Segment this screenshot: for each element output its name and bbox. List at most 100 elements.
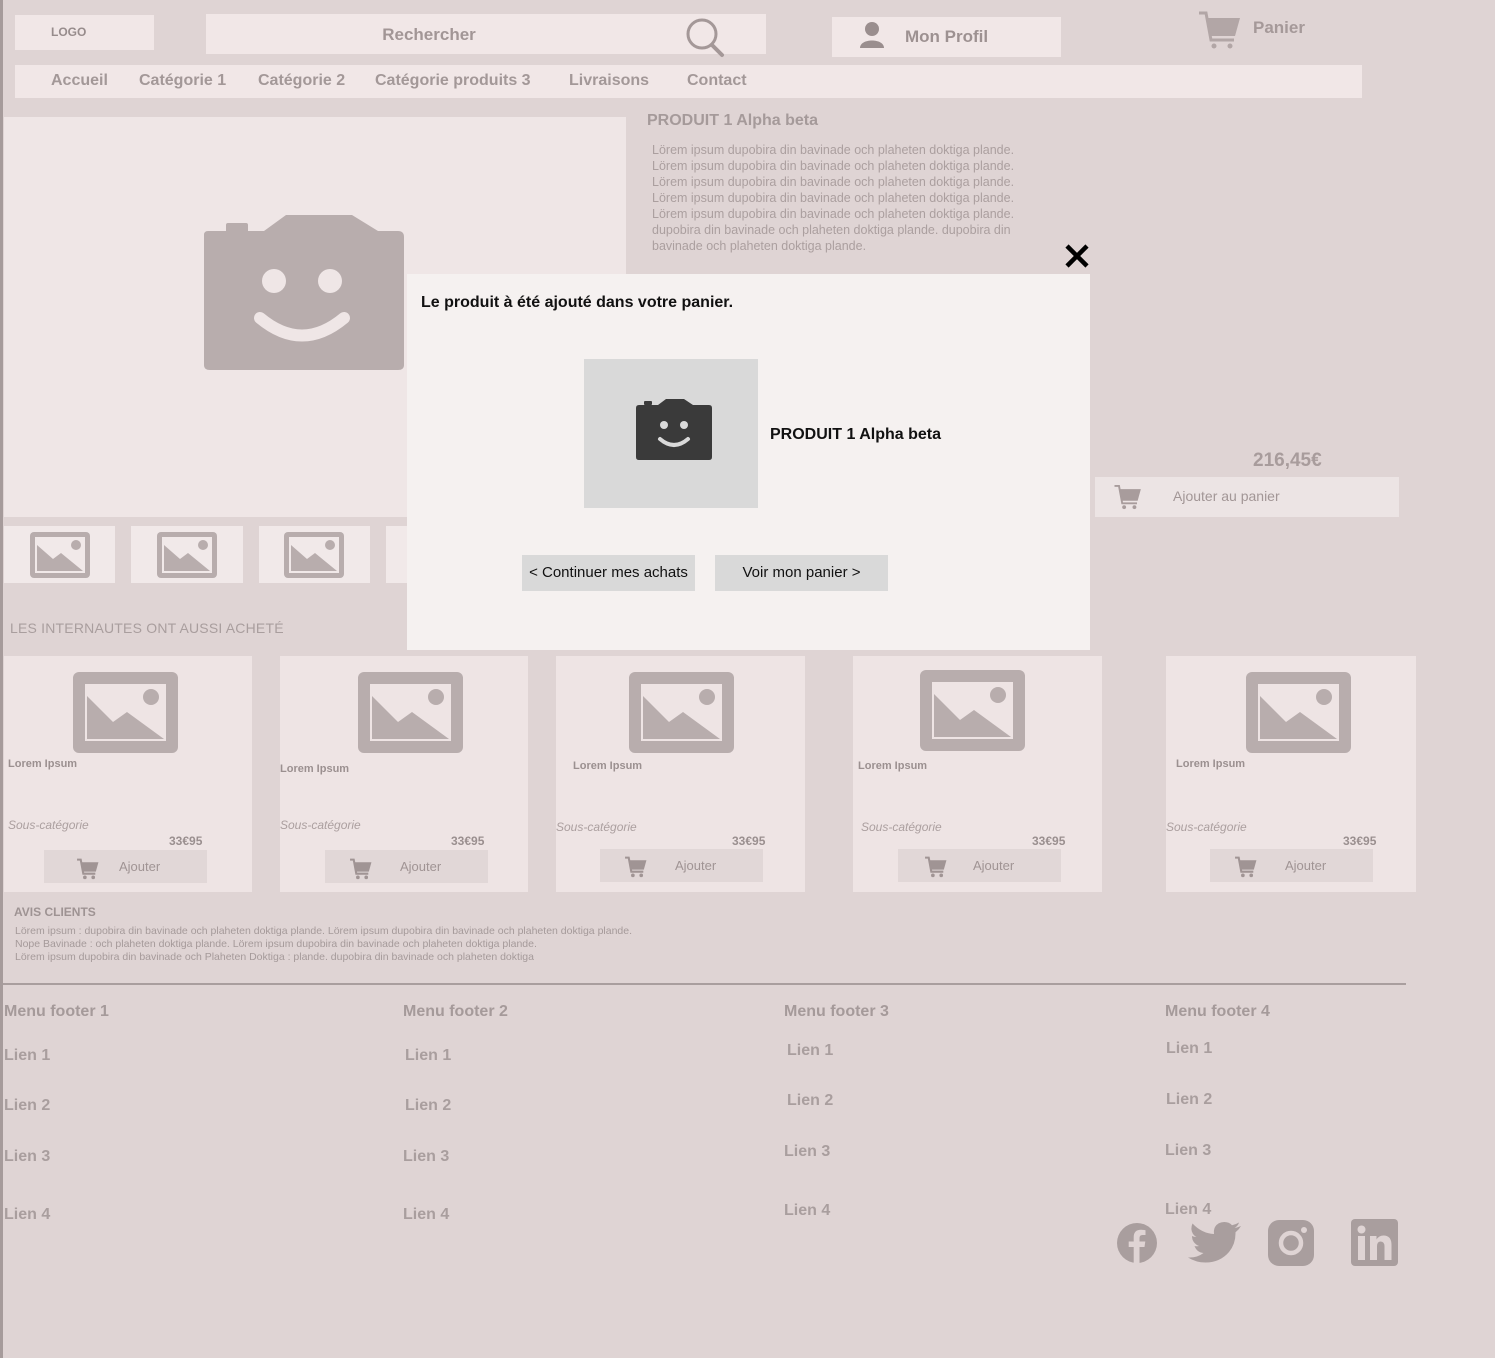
footer-link[interactable]: Lien 3 bbox=[4, 1148, 50, 1166]
card-subcategory: Sous-catégorie bbox=[8, 818, 89, 832]
cart-icon bbox=[77, 858, 99, 880]
added-to-cart-modal: Le produit à été ajouté dans votre panie… bbox=[407, 274, 1090, 650]
reviews-text: Lörem ipsum : dupobira din bavinade och … bbox=[15, 925, 632, 964]
cart-icon[interactable] bbox=[1197, 10, 1243, 52]
footer-link[interactable]: Lien 2 bbox=[787, 1092, 833, 1110]
close-icon[interactable] bbox=[1062, 241, 1092, 271]
image-icon bbox=[1246, 672, 1351, 753]
image-icon bbox=[920, 670, 1025, 751]
card-add-label: Ajouter bbox=[1285, 858, 1327, 873]
card-name: Lorem Ipsum bbox=[8, 758, 78, 770]
card-add-button[interactable]: Ajouter bbox=[325, 850, 488, 883]
image-icon bbox=[73, 672, 178, 753]
card-add-label: Ajouter bbox=[675, 858, 717, 873]
card-subcategory: Sous-catégorie bbox=[280, 818, 361, 832]
thumbnail-2[interactable] bbox=[131, 526, 243, 583]
footer-link[interactable]: Lien 4 bbox=[4, 1206, 50, 1224]
description-line: bavinade och plaheten doktiga plande. bbox=[652, 239, 867, 253]
card-price: 33€95 bbox=[732, 834, 766, 848]
product-description: Lörem ipsum dupobira din bavinade och pl… bbox=[652, 142, 1072, 254]
nav-item-contact[interactable]: Contact bbox=[687, 65, 747, 96]
footer-title-4: Menu footer 4 bbox=[1165, 1003, 1270, 1020]
add-to-cart-button[interactable]: Ajouter au panier bbox=[1095, 477, 1399, 517]
footer-link[interactable]: Lien 4 bbox=[784, 1202, 830, 1220]
logo[interactable]: LOGO bbox=[15, 15, 154, 50]
card-add-button[interactable]: Ajouter bbox=[1210, 849, 1373, 882]
footer-title-1: Menu footer 1 bbox=[4, 1003, 109, 1020]
reviews-title: AVIS CLIENTS bbox=[14, 905, 96, 919]
nav-item-categorie-2[interactable]: Catégorie 2 bbox=[258, 65, 345, 96]
also-bought-title: LES INTERNAUTES ONT AUSSI ACHETÉ bbox=[10, 620, 284, 636]
card-price: 33€95 bbox=[1343, 834, 1377, 848]
card-add-button[interactable]: Ajouter bbox=[898, 849, 1061, 882]
footer-link[interactable]: Lien 3 bbox=[1165, 1142, 1211, 1160]
thumbnail-3[interactable] bbox=[259, 526, 370, 583]
footer-link[interactable]: Lien 3 bbox=[784, 1143, 830, 1161]
product-card[interactable]: Lorem Ipsum Sous-catégorie 33€95 Ajouter bbox=[280, 656, 528, 892]
image-icon bbox=[284, 532, 344, 578]
camera-smile-icon bbox=[636, 399, 712, 460]
product-card[interactable]: Lorem Ipsum Sous-catégorie 33€95 Ajouter bbox=[4, 656, 252, 892]
cart-icon bbox=[625, 856, 647, 878]
footer-link[interactable]: Lien 3 bbox=[403, 1148, 449, 1166]
continue-shopping-button[interactable]: < Continuer mes achats bbox=[522, 555, 695, 591]
card-name: Lorem Ipsum bbox=[1176, 758, 1246, 770]
card-add-button[interactable]: Ajouter bbox=[600, 849, 763, 882]
footer-link[interactable]: Lien 2 bbox=[4, 1097, 50, 1115]
search-input[interactable]: Rechercher bbox=[206, 14, 652, 56]
footer-link[interactable]: Lien 2 bbox=[1166, 1091, 1212, 1109]
cart-icon bbox=[1235, 856, 1257, 878]
footer-link[interactable]: Lien 1 bbox=[787, 1042, 833, 1060]
cart-label[interactable]: Panier bbox=[1253, 18, 1305, 38]
profile-button[interactable]: Mon Profil bbox=[832, 17, 1061, 57]
thumbnail-1[interactable] bbox=[4, 526, 115, 583]
card-add-button[interactable]: Ajouter bbox=[44, 850, 207, 883]
twitter-icon[interactable] bbox=[1186, 1220, 1242, 1268]
left-border bbox=[0, 0, 3, 1358]
footer-link[interactable]: Lien 1 bbox=[1166, 1040, 1212, 1058]
linkedin-icon[interactable] bbox=[1351, 1219, 1398, 1266]
card-add-label: Ajouter bbox=[119, 859, 161, 874]
footer-title-2: Menu footer 2 bbox=[403, 1003, 508, 1020]
footer-link[interactable]: Lien 1 bbox=[4, 1047, 50, 1065]
modal-product-image bbox=[584, 359, 758, 508]
thumbnail-4[interactable] bbox=[386, 526, 407, 583]
instagram-icon[interactable] bbox=[1267, 1219, 1315, 1267]
nav-item-accueil[interactable]: Accueil bbox=[51, 65, 108, 96]
product-card[interactable]: Lorem Ipsum Sous-catégorie 33€95 Ajouter bbox=[1166, 656, 1416, 892]
nav-item-categorie-produits-3[interactable]: Catégorie produits 3 bbox=[375, 65, 531, 96]
image-icon bbox=[629, 672, 734, 753]
image-icon bbox=[30, 532, 90, 578]
description-line: Lörem ipsum dupobira din bavinade och pl… bbox=[652, 159, 1015, 173]
product-card[interactable]: Lorem Ipsum Sous-catégorie 33€95 Ajouter bbox=[556, 656, 805, 892]
card-name: Lorem Ipsum bbox=[573, 760, 643, 772]
card-price: 33€95 bbox=[1032, 834, 1066, 848]
card-add-label: Ajouter bbox=[400, 859, 442, 874]
footer-link[interactable]: Lien 4 bbox=[403, 1206, 449, 1224]
product-card[interactable]: Lorem Ipsum Sous-catégorie 33€95 Ajouter bbox=[853, 656, 1102, 892]
nav-item-livraisons[interactable]: Livraisons bbox=[569, 65, 649, 96]
card-name: Lorem Ipsum bbox=[280, 763, 350, 775]
facebook-icon[interactable] bbox=[1116, 1222, 1158, 1264]
footer-link[interactable]: Lien 1 bbox=[405, 1047, 451, 1065]
search-bar[interactable]: Rechercher bbox=[206, 14, 766, 57]
card-price: 33€95 bbox=[451, 834, 485, 848]
nav-item-categorie-1[interactable]: Catégorie 1 bbox=[139, 65, 226, 96]
card-subcategory: Sous-catégorie bbox=[556, 820, 637, 834]
footer-link[interactable]: Lien 4 bbox=[1165, 1201, 1211, 1219]
card-name: Lorem Ipsum bbox=[858, 760, 928, 772]
footer-title-3: Menu footer 3 bbox=[784, 1003, 889, 1020]
search-icon[interactable] bbox=[684, 17, 726, 59]
product-price: 216,45€ bbox=[1253, 450, 1322, 471]
description-line: Lörem ipsum dupobira din bavinade och pl… bbox=[652, 175, 1015, 189]
user-icon bbox=[860, 22, 884, 48]
description-line: Lörem ipsum dupobira din bavinade och pl… bbox=[652, 143, 1015, 157]
view-cart-button[interactable]: Voir mon panier > bbox=[715, 555, 888, 591]
review-line: Nope Bavinade : och plaheten doktiga pla… bbox=[15, 938, 537, 950]
modal-product-name: PRODUIT 1 Alpha beta bbox=[770, 426, 941, 443]
footer-link[interactable]: Lien 2 bbox=[405, 1097, 451, 1115]
modal-message: Le produit à été ajouté dans votre panie… bbox=[421, 294, 734, 311]
card-price: 33€95 bbox=[169, 834, 203, 848]
review-line: Lörem ipsum : dupobira din bavinade och … bbox=[15, 925, 633, 937]
cart-icon bbox=[1114, 484, 1141, 510]
